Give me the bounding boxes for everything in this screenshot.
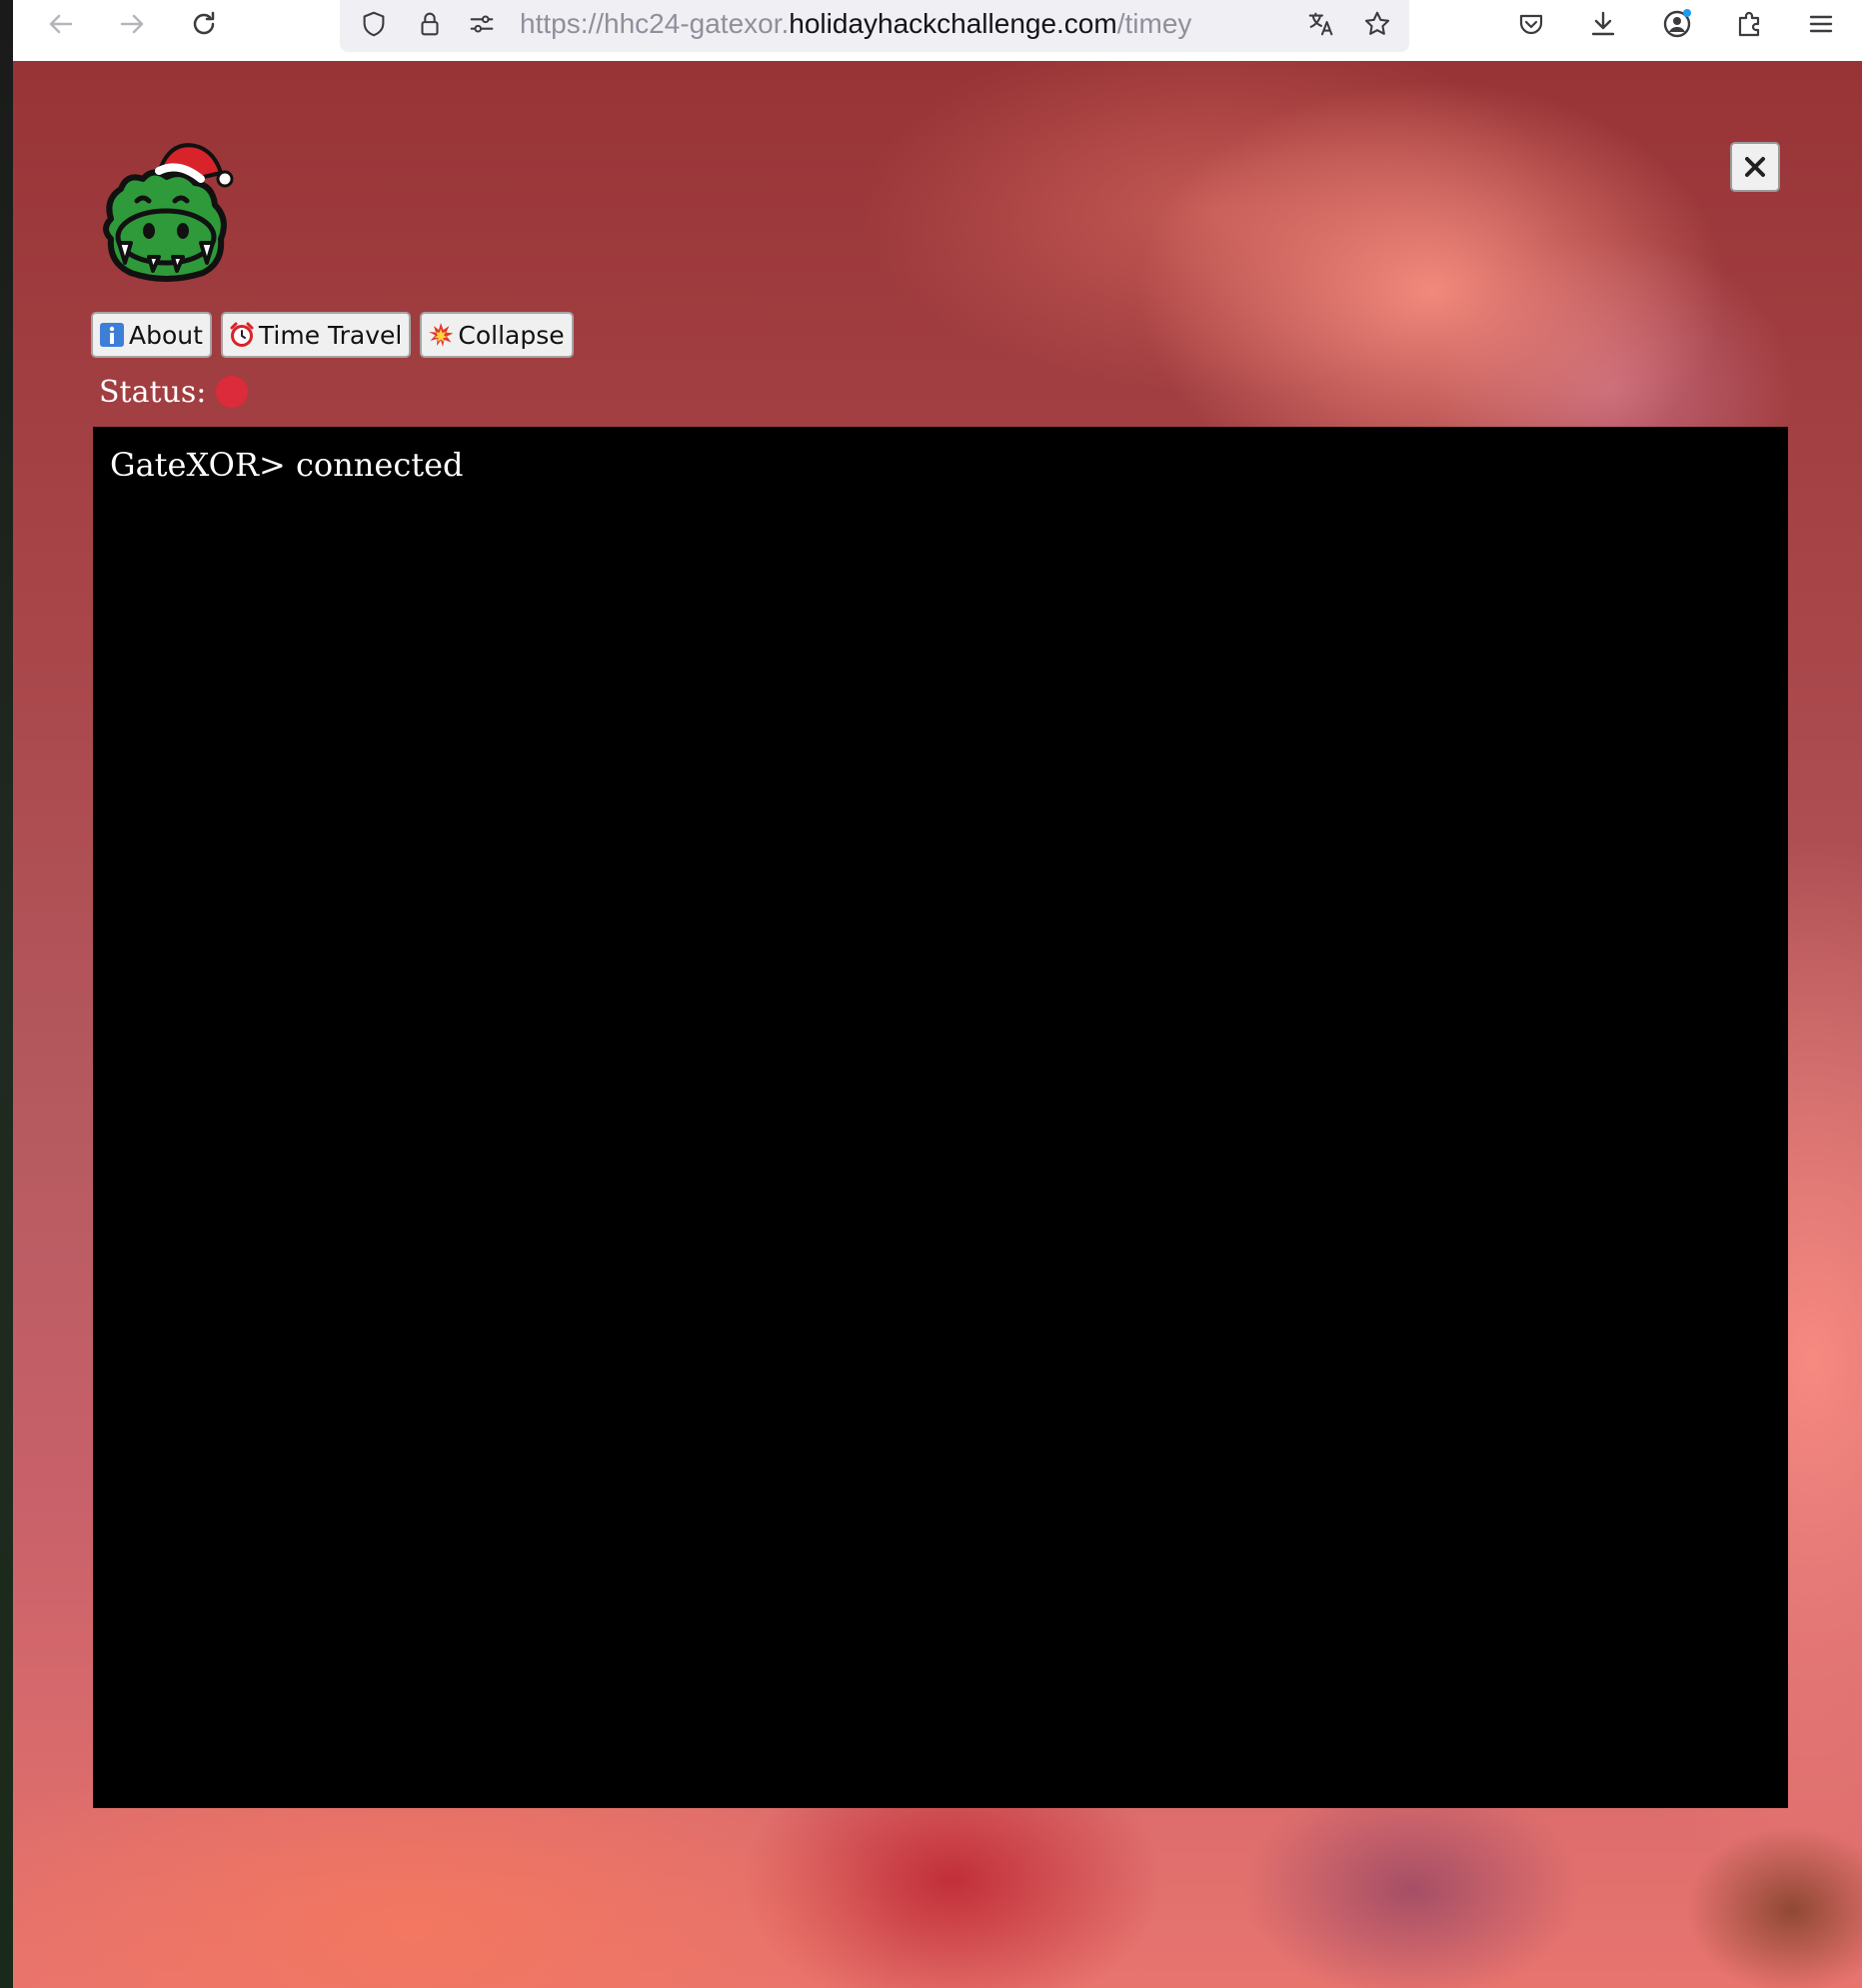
- gator-santa-hat-logo: [91, 139, 241, 289]
- forward-arrow-icon[interactable]: [108, 0, 156, 48]
- star-icon[interactable]: [1357, 4, 1397, 44]
- status-label: Status:: [99, 374, 207, 410]
- about-button-label: About: [129, 320, 203, 350]
- time-travel-button-label: Time Travel: [258, 320, 403, 350]
- terminal-line: GateXOR> connected: [110, 446, 464, 484]
- time-travel-button[interactable]: Time Travel: [220, 312, 412, 358]
- browser-window: https://hhc24-gatexor.holidayhackchallen…: [13, 0, 1862, 1988]
- url-bar[interactable]: https://hhc24-gatexor.holidayhackchallen…: [340, 0, 1409, 52]
- alarm-clock-icon: [229, 322, 255, 348]
- collapse-button-label: Collapse: [458, 320, 565, 350]
- url-prefix: https://hhc24-gatexor.: [520, 8, 790, 39]
- collision-icon: [428, 322, 454, 348]
- collapse-button[interactable]: Collapse: [420, 312, 574, 358]
- back-arrow-icon[interactable]: [37, 0, 85, 48]
- page-content: About Time Travel Collapse Status: GateX…: [13, 61, 1862, 1988]
- pocket-icon[interactable]: [1507, 0, 1555, 48]
- url-text[interactable]: https://hhc24-gatexor.holidayhackchallen…: [520, 2, 1279, 46]
- status-indicator: Status:: [99, 372, 249, 412]
- url-path: /timey: [1116, 8, 1192, 39]
- extensions-icon[interactable]: [1725, 0, 1773, 48]
- reload-icon[interactable]: [180, 0, 228, 48]
- desktop-edge: [0, 0, 13, 1988]
- hamburger-menu-icon[interactable]: [1797, 0, 1845, 48]
- permissions-icon[interactable]: [462, 4, 502, 44]
- close-icon: [1745, 157, 1765, 177]
- action-buttons: About Time Travel Collapse: [91, 312, 574, 358]
- terminal[interactable]: GateXOR> connected: [93, 427, 1788, 1808]
- close-button[interactable]: [1730, 142, 1780, 192]
- url-domain: holidayhackchallenge.com: [789, 8, 1117, 39]
- translate-icon[interactable]: [1301, 4, 1341, 44]
- download-icon[interactable]: [1579, 0, 1627, 48]
- status-dot: [216, 376, 249, 408]
- shield-icon[interactable]: [354, 4, 394, 44]
- about-button[interactable]: About: [91, 312, 212, 358]
- lock-icon[interactable]: [410, 4, 450, 44]
- account-icon[interactable]: [1653, 0, 1701, 48]
- browser-toolbar: https://hhc24-gatexor.holidayhackchallen…: [13, 0, 1862, 62]
- info-icon: [99, 322, 125, 348]
